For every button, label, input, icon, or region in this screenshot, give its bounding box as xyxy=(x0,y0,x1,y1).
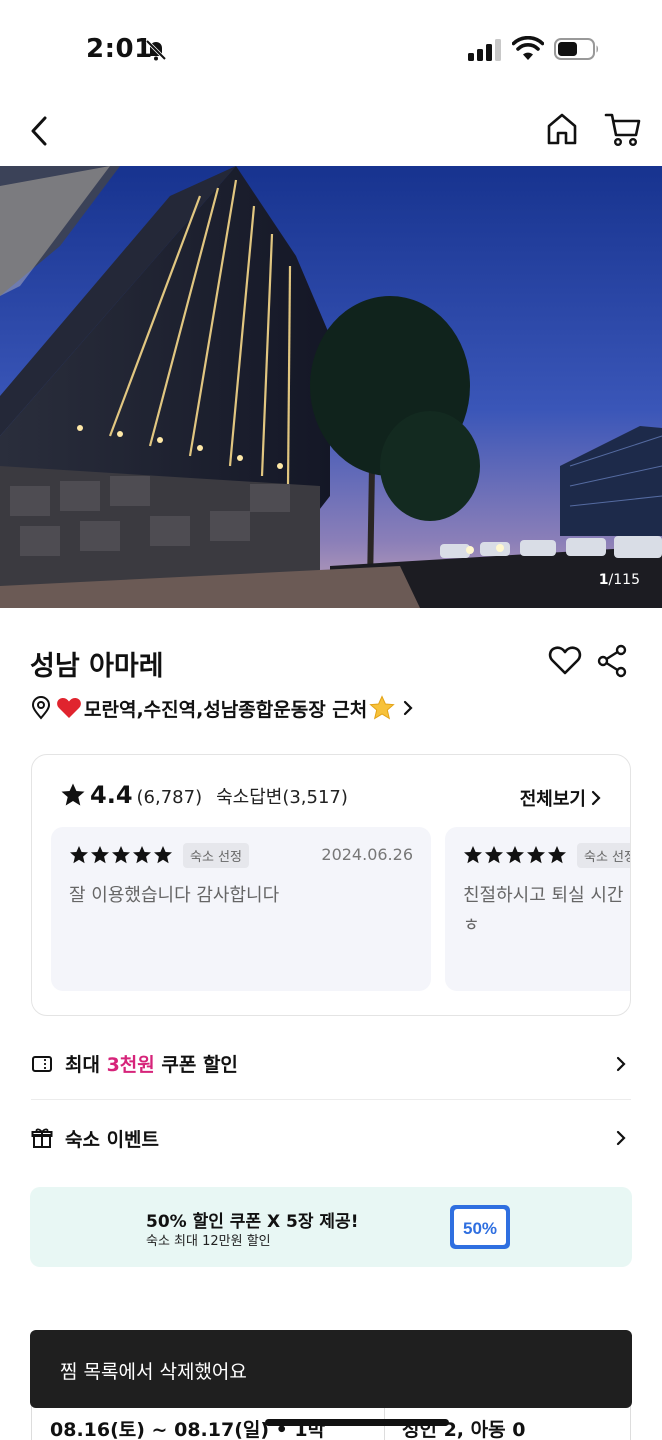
coupon-amount: 3천원 xyxy=(106,1054,155,1076)
photo-index: 1 xyxy=(598,572,609,588)
review-text-line: ㅎ xyxy=(463,915,480,936)
review-text: 친절하시고 퇴실 시간 ㅎ xyxy=(463,881,623,941)
review-text: 잘 이용했습니다 감사합니다 xyxy=(69,885,280,906)
chevron-right-icon xyxy=(616,1130,626,1146)
rating-value: 4.4 xyxy=(90,781,133,809)
status-bar: 2:01 xyxy=(0,0,662,96)
hotel-photo xyxy=(0,166,662,608)
signal-icon xyxy=(468,39,501,61)
coupon-suffix: 쿠폰 할인 xyxy=(154,1054,238,1076)
chevron-right-icon xyxy=(404,700,413,716)
star-icon xyxy=(61,783,85,806)
banner-coupon-text: 50% xyxy=(463,1219,497,1238)
review-text-line: 친절하시고 퇴실 시간 xyxy=(463,885,624,906)
location-text: 모란역,수진역,성남종합운동장 근처 xyxy=(84,698,368,721)
wishlist-heart-icon[interactable] xyxy=(548,644,582,676)
see-all-label: 전체보기 xyxy=(519,789,586,810)
toast-notification: 찜 목록에서 삭제했어요 xyxy=(30,1330,632,1408)
location-pin-icon xyxy=(31,696,51,720)
banner-subtitle: 숙소 최대 12만원 할인 xyxy=(146,1234,271,1249)
see-all-reviews-link[interactable]: 전체보기 xyxy=(520,785,602,811)
gift-icon xyxy=(31,1128,53,1148)
chevron-right-icon xyxy=(591,790,601,806)
review-item[interactable]: 숙소 선정 2024.06.26 잘 이용했습니다 감사합니다 xyxy=(51,827,431,991)
coupon-icon xyxy=(32,1055,52,1072)
review-count: (6,787) xyxy=(136,787,203,808)
five-star-rating-icon xyxy=(70,846,172,864)
coupon-promo-banner[interactable]: 50% 할인 쿠폰 X 5장 제공! 숙소 최대 12만원 할인 50% xyxy=(30,1187,632,1267)
chevron-right-icon xyxy=(616,1056,626,1072)
battery-icon xyxy=(554,38,598,60)
review-date: 2024.06.26 xyxy=(321,845,413,864)
rating-row: 4.4 (6,787) 숙소답변(3,517) xyxy=(60,781,348,809)
home-indicator[interactable] xyxy=(265,1419,449,1426)
home-icon[interactable] xyxy=(544,111,580,147)
discount-coupon-icon: 50% xyxy=(450,1205,510,1249)
photo-counter: 1/115 xyxy=(599,572,640,588)
review-item[interactable]: 숙소 선정 친절하시고 퇴실 시간 ㅎ xyxy=(445,827,630,991)
share-icon[interactable] xyxy=(596,644,628,678)
top-nav-bar xyxy=(0,96,662,166)
photo-total: /115 xyxy=(608,572,640,588)
hotel-name: 성남 아마레 xyxy=(30,651,164,682)
banner-title: 50% 할인 쿠폰 X 5장 제공! xyxy=(146,1212,359,1232)
wifi-icon xyxy=(512,36,544,60)
review-summary-card: 4.4 (6,787) 숙소답변(3,517) 전체보기 숙소 선정 2024.… xyxy=(31,754,631,1016)
review-badge: 숙소 선정 xyxy=(183,843,249,868)
bell-off-icon xyxy=(145,39,167,61)
back-arrow-icon[interactable] xyxy=(24,114,56,148)
event-label: 숙소 이벤트 xyxy=(65,1128,160,1151)
host-reply-count: 숙소답변(3,517) xyxy=(216,787,348,808)
review-badge: 숙소 선정 xyxy=(577,843,630,868)
toast-message: 찜 목록에서 삭제했어요 xyxy=(60,1361,247,1383)
five-star-rating-icon xyxy=(464,846,566,864)
status-time: 2:01 xyxy=(86,34,153,64)
cart-icon[interactable] xyxy=(604,111,642,147)
red-heart-emoji-icon xyxy=(57,697,81,718)
coupon-label: 최대 3천원 쿠폰 할인 xyxy=(65,1050,238,1077)
location-row[interactable]: 모란역,수진역,성남종합운동장 근처 xyxy=(30,694,415,722)
hotel-event-row[interactable]: 숙소 이벤트 xyxy=(31,1102,631,1174)
coupon-prefix: 최대 xyxy=(65,1054,107,1076)
coupon-discount-row[interactable]: 최대 3천원 쿠폰 할인 xyxy=(31,1028,631,1100)
hotel-photo-carousel[interactable]: 1/115 xyxy=(0,166,662,608)
star-emoji-icon xyxy=(369,695,395,720)
